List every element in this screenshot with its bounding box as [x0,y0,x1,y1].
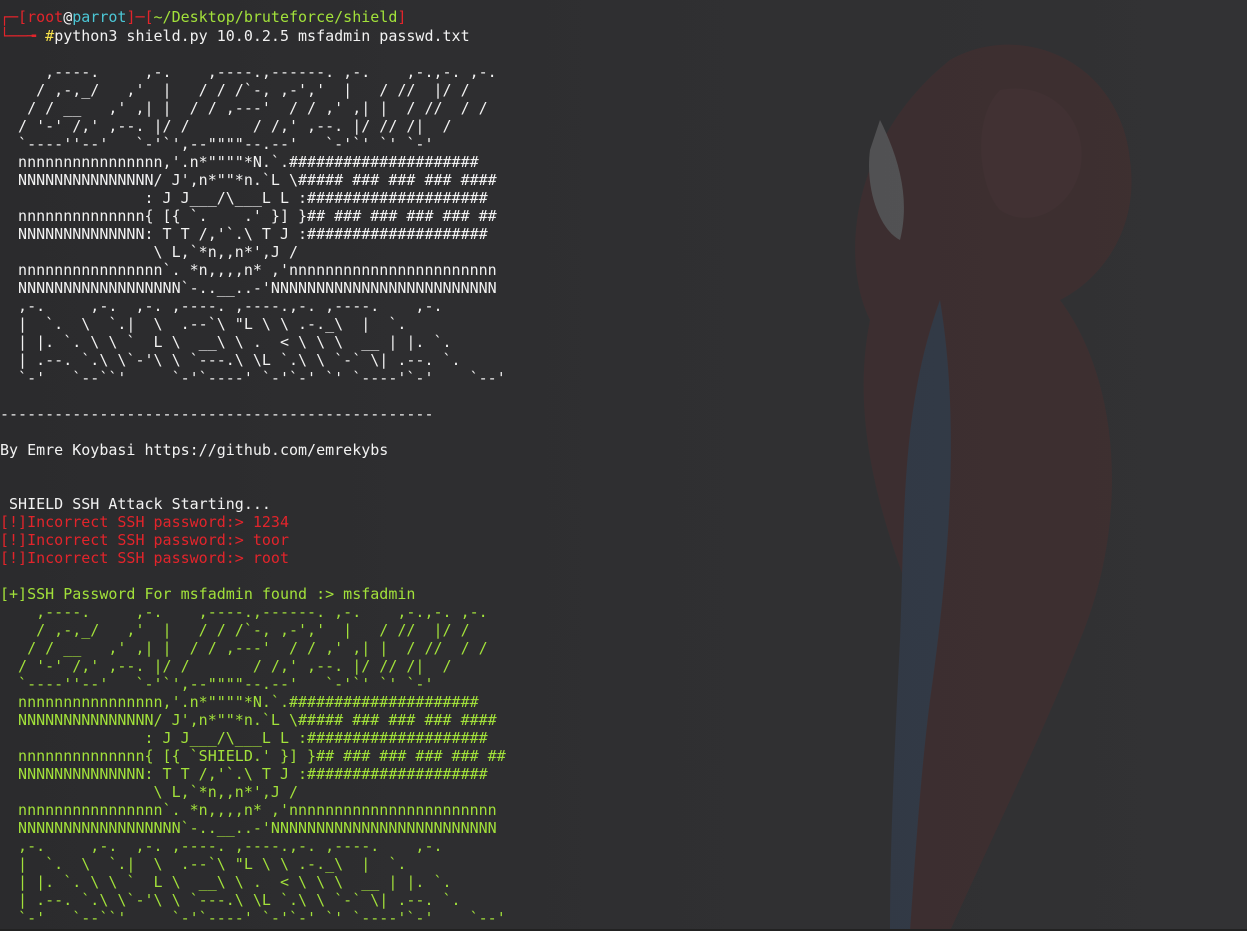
banner-line: NNNNNNNNNNNNNNN/ J',n*""*n.`L \##### ###… [0,171,497,189]
banner-line: nnnnnnnnnnnnnnnn`. *n,,,,n* ,'nnnnnnnnnn… [0,801,497,819]
banner-line: / / __ ,' ,| | / / ,---' / / ,' ,| | / /… [0,99,488,117]
prompt-corner-bottom: └──╼ [0,27,46,45]
prompt-user: root [27,8,64,26]
terminal-window[interactable]: ┌─[root@parrot]─[~/Desktop/bruteforce/sh… [0,0,1247,931]
banner-line: nnnnnnnnnnnnnnnn,'.n*""""*N.`.##########… [0,153,479,171]
banner-line: `----''--' `-'`',--""""--.--' `-'`' `' `… [0,135,434,153]
command-line[interactable]: └──╼ #python3 shield.py 10.0.2.5 msfadmi… [0,27,470,45]
failure-line: [!]Incorrect SSH password:> 1234 [0,513,289,531]
success-line: [+]SSH Password For msfadmin found :> ms… [0,585,416,603]
banner-line: NNNNNNNNNNNNNN: T T /,'`.\ T J :########… [0,225,488,243]
banner-line: / '-' /,' ,--. |/ / / /,' ,--. |/ // /| … [0,117,452,135]
banner-line: NNNNNNNNNNNNNNNNNN`-..__..-'NNNNNNNNNNNN… [0,819,497,837]
banner-line: \ L,`*n,,n*',J / [0,783,299,801]
banner-line: / ,-,_/ ,' | / / /`-, ,-',' | / // |/ / [0,621,470,639]
banner-line: nnnnnnnnnnnnnn{ [{ `. .' }] }## ### ### … [0,207,497,225]
banner-line: : J J___/\___L L :#################### [0,189,488,207]
separator-line: ----------------------------------------… [0,405,434,423]
prompt-corner-top: ┌─[ [0,8,28,26]
banner-line: | |. `. \ \ ` L \ __\ \ . < \ \ \ __ | |… [0,873,452,891]
banner-line: \ L,`*n,,n*',J / [0,243,299,261]
prompt-at: @ [63,8,73,26]
banner-line: NNNNNNNNNNNNNN: T T /,'`.\ T J :########… [0,765,488,783]
banner-line: `----''--' `-'`',--""""--.--' `-'`' `' `… [0,675,434,693]
prompt-mid: ]─[ [126,8,154,26]
failure-line: [!]Incorrect SSH password:> toor [0,531,289,549]
command-text: python3 shield.py 10.0.2.5 msfadmin pass… [54,27,470,45]
banner-line: nnnnnnnnnnnnnnnn`. *n,,,,n* ,'nnnnnnnnnn… [0,261,497,279]
banner-line: `-' `--``' `-'`----' `-'`-' `' `----'`-'… [0,369,506,387]
banner-line: nnnnnnnnnnnnnn{ [{ `SHIELD.' }] }## ### … [0,747,506,765]
author-line: By Emre Koybasi https://github.com/emrek… [0,441,389,459]
prompt-close: ] [397,8,407,26]
attack-start-line: SHIELD SSH Attack Starting... [0,495,271,513]
banner-line: NNNNNNNNNNNNNNN/ J',n*""*n.`L \##### ###… [0,711,497,729]
prompt-host: parrot [72,8,127,26]
banner-line: NNNNNNNNNNNNNNNNNN`-..__..-'NNNNNNNNNNNN… [0,279,497,297]
banner-line: ,-. ,-. ,-. ,----. ,----.,-. ,----. ,-. [0,837,443,855]
banner-line: ,-. ,-. ,-. ,----. ,----.,-. ,----. ,-. [0,297,443,315]
terminal-output[interactable]: ┌─[root@parrot]─[~/Desktop/bruteforce/sh… [0,0,1247,931]
banner-line: | `. \ `.| \ .--`\ "L \ \ .-._\ | `. [0,315,407,333]
prompt-path: ~/Desktop/bruteforce/shield [153,8,398,26]
banner-line: ,----. ,-. ,----.,------. ,-. ,-.,-. ,-. [0,603,488,621]
banner-line: | .--. `.\ \`-'\ \ `---.\ \L `.\ \ `-` \… [0,891,461,909]
prompt-hash: # [45,27,55,45]
prompt-line: ┌─[root@parrot]─[~/Desktop/bruteforce/sh… [0,8,406,26]
banner-line: / '-' /,' ,--. |/ / / /,' ,--. |/ // /| … [0,657,452,675]
banner-line: | `. \ `.| \ .--`\ "L \ \ .-._\ | `. [0,855,407,873]
banner-line: | |. `. \ \ ` L \ __\ \ . < \ \ \ __ | |… [0,333,452,351]
banner-line: : J J___/\___L L :#################### [0,729,488,747]
banner-line: / ,-,_/ ,' | / / /`-, ,-',' | / // |/ / [0,81,470,99]
banner-line: ,----. ,-. ,----.,------. ,-. ,-.,-. ,-. [0,63,497,81]
banner-line: `-' `--``' `-'`----' `-'`-' `' `----'`-'… [0,909,506,927]
banner-line: | .--. `.\ \`-'\ \ `---.\ \L `.\ \ `-` \… [0,351,461,369]
banner-line: / / __ ,' ,| | / / ,---' / / ,' ,| | / /… [0,639,488,657]
banner-line: nnnnnnnnnnnnnnnn,'.n*""""*N.`.##########… [0,693,479,711]
failure-line: [!]Incorrect SSH password:> root [0,549,289,567]
